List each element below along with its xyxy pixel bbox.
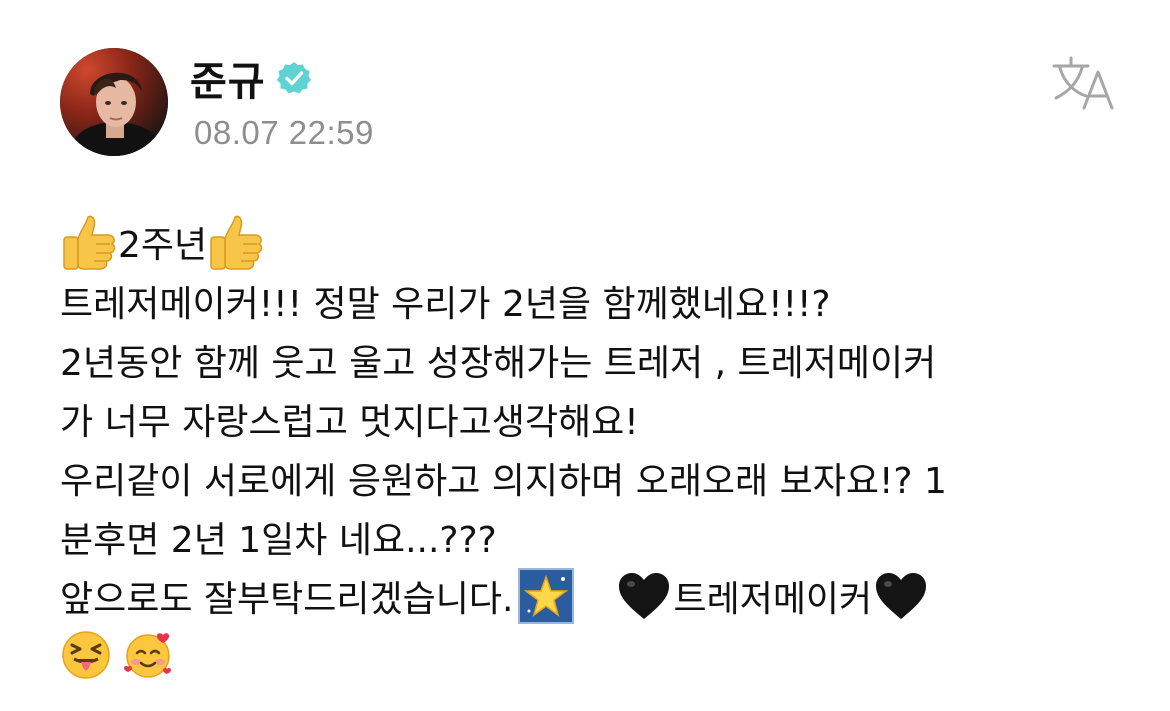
- translate-button[interactable]: [1050, 54, 1120, 112]
- post-line-1-text: 2주년: [118, 224, 208, 266]
- post-line-4: 가 너무 자랑스럽고 멋지다고생각해요!: [60, 401, 639, 443]
- post-line-8: [60, 625, 1140, 684]
- translate-icon: [1052, 56, 1114, 110]
- author-name-row: 준규: [190, 49, 312, 107]
- verified-badge-icon: [276, 60, 312, 96]
- post-line-7-text: 앞으로도 잘부탁드리겠습니다.: [60, 578, 514, 620]
- black-heart-icon: [615, 567, 673, 625]
- black-heart-icon: [872, 567, 930, 625]
- post-timestamp: 08.07 22:59: [194, 114, 374, 151]
- post-line-1: 2주년: [60, 212, 1140, 271]
- squinting-tongue-face-icon: [60, 629, 112, 681]
- post-line-6: 분후면 2년 1일차 네요...???: [60, 519, 497, 561]
- author-name[interactable]: 준규: [190, 49, 266, 107]
- post-line-5: 우리같이 서로에게 응원하고 의지하며 오래오래 보자요!? 1: [60, 460, 947, 502]
- thumbs-up-icon: [60, 213, 118, 271]
- post-line-7: 앞으로도 잘부탁드리겠습니다. 트레저메이커: [60, 566, 1140, 625]
- smiling-face-with-hearts-icon: [122, 629, 174, 681]
- avatar[interactable]: [60, 48, 168, 156]
- post-body: 2주년 트레저메이커!!! 정말 우리가 2년을 함께했네요!!!? 2년동안 …: [60, 212, 1140, 684]
- thumbs-up-icon: [207, 213, 265, 271]
- post-line-3: 2년동안 함께 웃고 울고 성장해가는 트레저 , 트레저메이커: [60, 342, 937, 384]
- post-line-7-tail: 트레저메이커: [673, 578, 873, 620]
- glowing-star-icon: [517, 567, 575, 625]
- profile-photo: [60, 48, 168, 156]
- post-header: 준규 08.07 22:59: [60, 48, 1120, 158]
- post-line-2: 트레저메이커!!! 정말 우리가 2년을 함께했네요!!!?: [60, 283, 831, 325]
